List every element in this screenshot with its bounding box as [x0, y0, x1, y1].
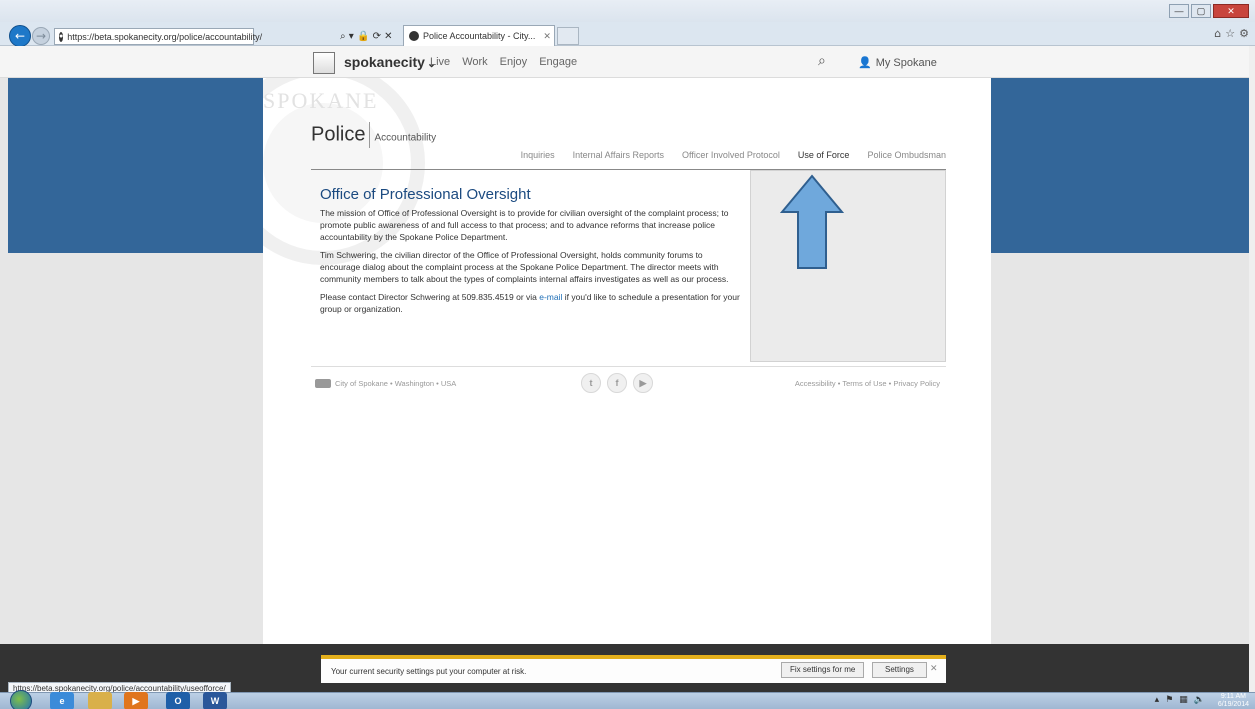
word-icon[interactable]: W: [203, 692, 227, 709]
address-url: https://beta.spokanecity.org/police/acco…: [67, 31, 263, 42]
close-icon[interactable]: ✕: [930, 663, 938, 674]
title-separator: [369, 122, 371, 148]
subnav-use-of-force[interactable]: Use of Force: [798, 150, 850, 160]
star-icon[interactable]: ☆: [1225, 27, 1235, 40]
footer-location-text: City of Spokane • Washington • USA: [335, 379, 457, 388]
article-paragraph-director: Tim Schwering, the civilian director of …: [320, 250, 729, 284]
windows-taskbar: e ▶ O W ▴ ⚑ ▦ 🔈 9:11 AM 6/19/2014: [0, 690, 1255, 709]
tab-favicon: [409, 31, 419, 41]
brand-menu[interactable]: spokanecity ⌄: [344, 54, 436, 70]
site-icon: ●: [59, 31, 64, 42]
tab-title: Police Accountability - City...: [423, 31, 536, 41]
internet-explorer-icon[interactable]: e: [50, 692, 74, 709]
subnav-internal-affairs-reports[interactable]: Internal Affairs Reports: [573, 150, 664, 160]
subnav-officer-involved-protocol[interactable]: Officer Involved Protocol: [682, 150, 780, 160]
page-scrollbar[interactable]: [1249, 46, 1255, 692]
close-window-button[interactable]: ✕: [1213, 4, 1249, 18]
security-notification-bar: Your current security settings put your …: [321, 655, 946, 683]
file-explorer-icon[interactable]: [88, 692, 112, 709]
gear-icon[interactable]: ⚙: [1239, 27, 1249, 40]
address-tools[interactable]: ⌕ ▾ 🔒 ⟳ ✕: [340, 28, 393, 45]
my-spokane-link[interactable]: 👤 My Spokane: [858, 56, 937, 69]
flag-icon[interactable]: ⚑: [1165, 695, 1173, 705]
section-nav: Inquiries Internal Affairs Reports Offic…: [521, 150, 946, 160]
footer-divider: [311, 366, 946, 367]
article-paragraph-mission: The mission of Office of Professional Ov…: [320, 208, 729, 242]
title-bar: [0, 0, 1255, 22]
subnav-police-ombudsman[interactable]: Police Ombudsman: [867, 150, 946, 160]
tab-close-icon[interactable]: ✕: [543, 31, 551, 42]
outlook-icon[interactable]: O: [166, 692, 190, 709]
tray-up-arrow-icon[interactable]: ▴: [1155, 695, 1160, 705]
network-icon[interactable]: ▦: [1179, 695, 1188, 705]
watermark-text: SPOKANE: [263, 88, 378, 113]
maximize-button[interactable]: ▢: [1191, 4, 1211, 18]
main-nav: Live Work Enjoy Engage: [430, 56, 577, 68]
new-tab-button[interactable]: [557, 27, 579, 45]
facebook-icon[interactable]: f: [607, 373, 627, 393]
footer-location: City of Spokane • Washington • USA: [315, 379, 456, 388]
nav-work[interactable]: Work: [462, 56, 487, 68]
nav-enjoy[interactable]: Enjoy: [500, 56, 528, 68]
washington-state-icon: [315, 379, 331, 388]
youtube-icon[interactable]: ▶: [633, 373, 653, 393]
home-icon[interactable]: ⌂: [1214, 27, 1221, 40]
site-top-nav: spokanecity ⌄ Live Work Enjoy Engage ⌕ 👤 M…: [0, 46, 1255, 78]
nav-engage[interactable]: Engage: [539, 56, 577, 68]
settings-button[interactable]: Settings: [872, 662, 927, 678]
nav-live[interactable]: Live: [430, 56, 450, 68]
system-clock[interactable]: 9:11 AM 6/19/2014: [1218, 693, 1249, 709]
page-content-card: SPOKANE Police Accountability Inquiries I…: [263, 78, 991, 692]
page-title: Police Accountability: [311, 122, 436, 148]
browser-tab[interactable]: Police Accountability - City... ✕: [403, 25, 555, 46]
address-bar[interactable]: ● https://beta.spokanecity.org/police/ac…: [54, 28, 262, 45]
twitter-icon[interactable]: t: [581, 373, 601, 393]
clock-date: 6/19/2014: [1217, 701, 1249, 708]
media-player-icon[interactable]: ▶: [124, 692, 148, 709]
forward-button[interactable]: →: [32, 27, 50, 45]
browser-toolbar-icons: ⌂ ☆ ⚙: [1214, 27, 1249, 40]
window-controls: — ▢ ✕: [1169, 4, 1249, 18]
email-link[interactable]: e-mail: [539, 292, 562, 302]
brand-name: spokanecity: [344, 54, 425, 70]
start-button[interactable]: [10, 690, 32, 709]
clock-time: 9:11 AM: [1220, 693, 1246, 700]
social-links: t f ▶: [581, 373, 653, 393]
department-name: Police: [311, 123, 366, 146]
site-logo[interactable]: [313, 52, 335, 74]
my-spokane-label: My Spokane: [875, 57, 937, 69]
main-article: Office of Professional Oversight The mis…: [320, 186, 745, 321]
back-button[interactable]: ←: [9, 25, 31, 47]
fix-settings-button[interactable]: Fix settings for me: [781, 662, 865, 678]
person-icon: 👤: [858, 56, 872, 69]
article-paragraph-contact: Please contact Director Schwering at 509…: [320, 291, 745, 315]
search-icon[interactable]: ⌕: [818, 53, 826, 69]
subnav-inquiries[interactable]: Inquiries: [521, 150, 555, 160]
notification-message: Your current security settings put your …: [331, 666, 527, 676]
department-subtitle: Accountability: [374, 132, 437, 144]
article-heading: Office of Professional Oversight: [320, 186, 531, 203]
browser-chrome: ← → ● https://beta.spokanecity.org/polic…: [0, 0, 1255, 47]
contact-text-before: Please contact Director Schwering at 509…: [320, 292, 540, 302]
page-viewport: spokanecity ⌄ Live Work Enjoy Engage ⌕ 👤 M…: [0, 46, 1255, 692]
minimize-button[interactable]: —: [1169, 4, 1189, 18]
volume-icon[interactable]: 🔈: [1194, 695, 1205, 705]
annotation-up-arrow: [780, 174, 844, 269]
status-bar-url: https://beta.spokanecity.org/police/acco…: [8, 682, 231, 692]
system-tray: ▴ ⚑ ▦ 🔈: [1155, 695, 1205, 705]
footer-links[interactable]: Accessibility • Terms of Use • Privacy P…: [795, 379, 940, 388]
